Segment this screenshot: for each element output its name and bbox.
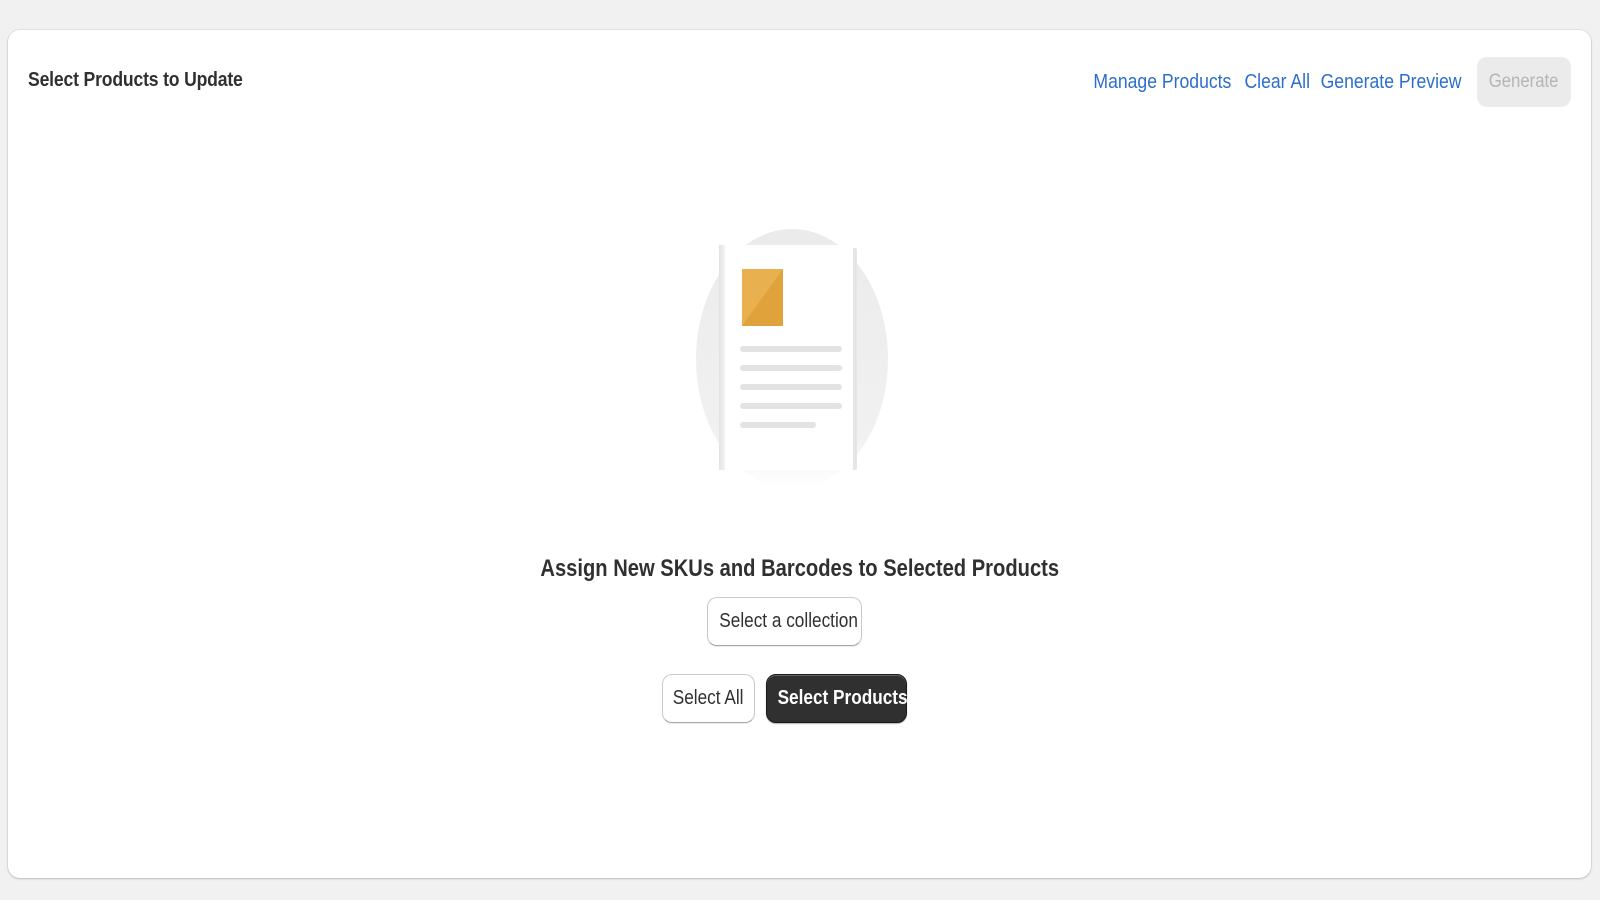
card-title: Select Products to Update [28, 69, 243, 91]
document-icon [696, 229, 888, 489]
manage-products-link[interactable]: Manage Products [1093, 71, 1231, 94]
header-actions: Manage Products Clear All Generate Previ… [1084, 57, 1571, 107]
card-header: Select Products to Update Manage Product… [8, 30, 1591, 134]
generate-button[interactable]: Generate [1477, 57, 1571, 107]
select-products-label: Select Products [777, 687, 908, 709]
empty-state-heading: Assign New SKUs and Barcodes to Selected… [8, 555, 1591, 583]
select-products-button[interactable]: Select Products [766, 674, 908, 723]
select-all-label: Select All [673, 687, 744, 709]
selection-buttons: Select All Select Products [662, 674, 908, 723]
empty-state-heading-text: Assign New SKUs and Barcodes to Selected… [540, 555, 1059, 582]
select-collection-button[interactable]: Select a collection [707, 597, 862, 646]
generate-preview-link[interactable]: Generate Preview [1321, 71, 1462, 94]
select-collection-label: Select a collection [719, 610, 858, 632]
product-selection-card: Select Products to Update Manage Product… [8, 30, 1591, 878]
clear-all-link[interactable]: Clear All [1245, 71, 1311, 94]
select-all-button[interactable]: Select All [662, 674, 755, 723]
generate-button-label: Generate [1489, 71, 1559, 92]
